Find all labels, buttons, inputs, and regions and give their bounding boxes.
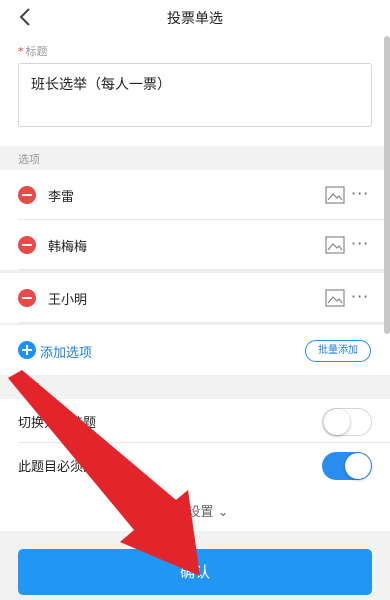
required-toggle[interactable] <box>322 452 372 480</box>
title-input-value: 班长选举（每人一票） <box>31 77 171 93</box>
batch-add-button[interactable]: 批量添加 <box>305 340 371 362</box>
confirm-button[interactable]: 确认 <box>18 549 372 595</box>
remove-option-icon[interactable] <box>18 186 36 204</box>
title-field-label: * 标题 <box>18 45 48 58</box>
options-section-header: 选项 <box>0 146 390 170</box>
required-mark: * <box>18 45 24 58</box>
image-icon[interactable] <box>325 289 345 307</box>
image-icon[interactable] <box>325 186 345 204</box>
add-icon[interactable] <box>18 341 36 359</box>
settings-section-header: 设置 <box>0 375 390 399</box>
remove-option-icon[interactable] <box>18 236 36 254</box>
remove-option-icon[interactable] <box>18 289 36 307</box>
add-option-button[interactable]: 添加选项 <box>40 342 92 361</box>
title-section: * 标题 班长选举（每人一票） <box>0 36 390 146</box>
more-settings[interactable]: 编辑设置 ⌄ <box>0 487 390 531</box>
option-row: 李雷 ··· <box>0 170 390 220</box>
image-icon[interactable] <box>325 236 345 254</box>
more-icon[interactable]: ··· <box>351 234 369 253</box>
more-icon[interactable]: ··· <box>351 287 369 306</box>
setting-label: 此题目必须回答 <box>18 460 110 475</box>
title-input[interactable]: 班长选举（每人一票） <box>18 63 372 127</box>
scrollbar[interactable] <box>384 36 390 334</box>
option-label[interactable]: 王小明 <box>48 289 87 308</box>
add-option-row: 添加选项 批量添加 <box>0 325 390 375</box>
bottom-bar: 确认 <box>0 531 390 600</box>
top-bar: 投票单选 <box>0 0 390 36</box>
setting-row-required: 此题目必须回答 <box>0 443 390 487</box>
setting-label: 切换为多选题 <box>18 416 97 431</box>
more-icon[interactable]: ··· <box>351 184 369 203</box>
multiple-choice-toggle[interactable] <box>322 408 372 436</box>
option-row: 王小明 ··· <box>0 273 390 323</box>
option-label[interactable]: 韩梅梅 <box>48 236 87 255</box>
option-row: 韩梅梅 ··· <box>0 220 390 270</box>
page-title: 投票单选 <box>167 11 223 27</box>
option-label[interactable]: 李雷 <box>48 186 74 205</box>
more-settings-label[interactable]: 编辑设置 ⌄ <box>0 501 390 520</box>
setting-row-multiple-choice: 切换为多选题 <box>0 399 390 443</box>
